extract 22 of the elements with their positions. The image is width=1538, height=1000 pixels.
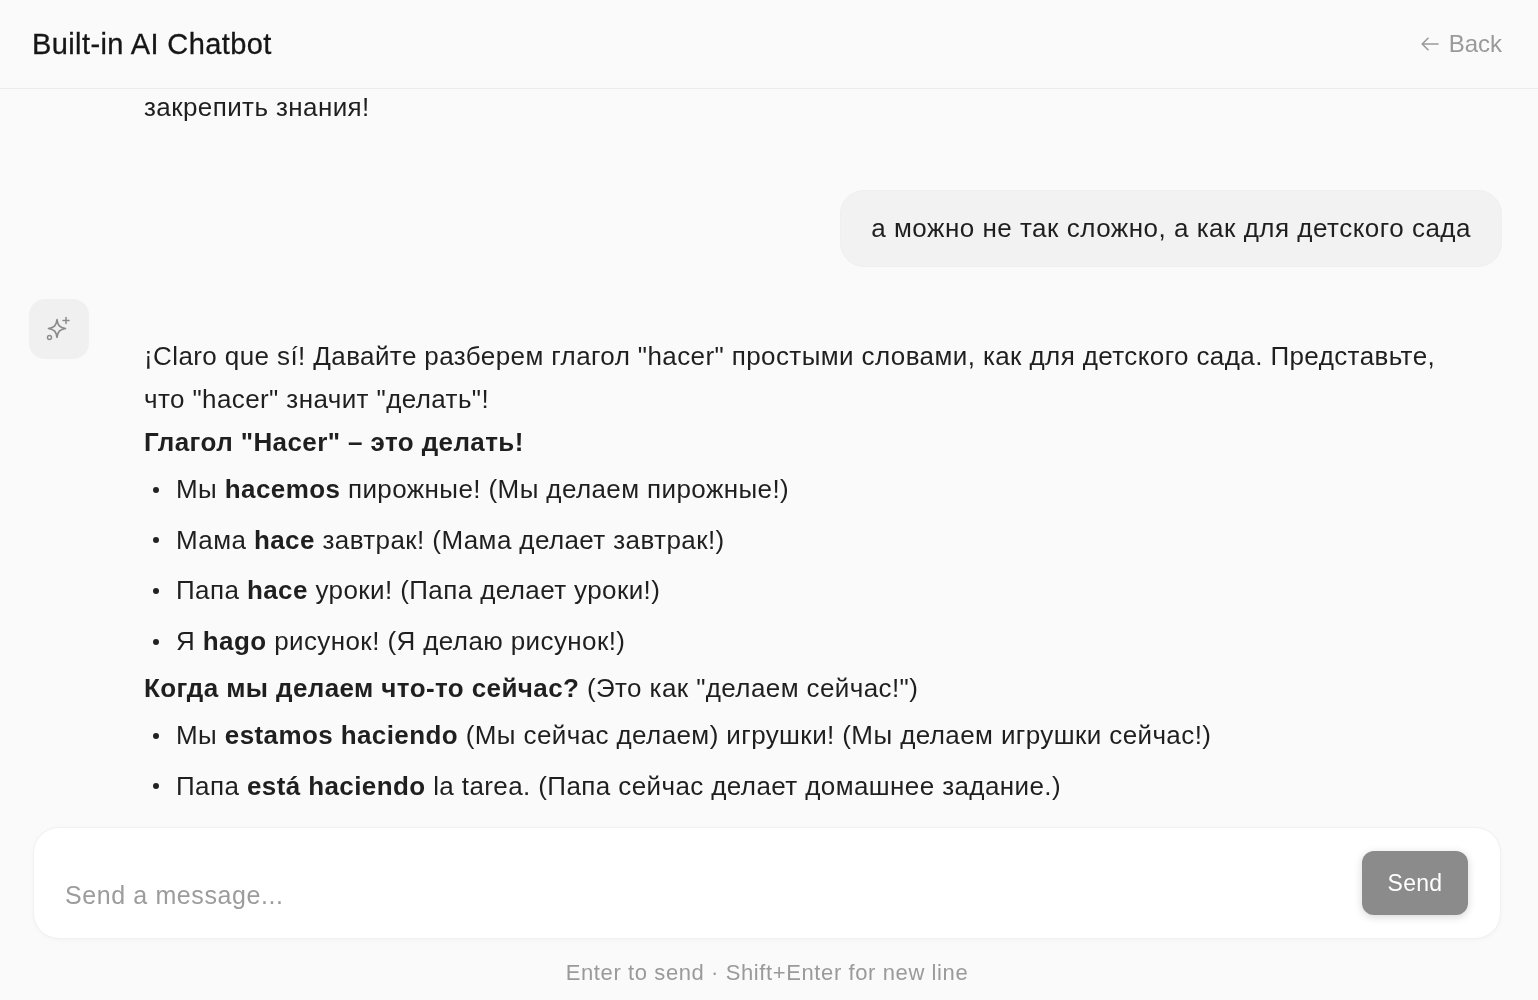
list-item-text: Мы estamos haciendo (Мы сейчас делаем) игрушки! (Мы делаем игрушки сейчас!) [176,719,1212,753]
message-input[interactable]: Send a message... [65,851,1342,915]
list-item-text: Мама hace завтрак! (Мама делает завтрак!) [176,523,725,557]
back-link[interactable]: Back [1420,30,1502,58]
bullet-icon [153,638,159,645]
user-message: а можно не так сложно, а как для детского сада [840,190,1502,267]
bullet-icon [153,587,159,594]
arrow-left-icon [1420,37,1439,51]
bullet-icon [153,732,159,739]
message-text: закрепить знания! [144,91,371,124]
list-item-text: Папа está haciendo la tarea. (Папа сейчас делает домашнее задание.) [176,769,1061,803]
page-title: Built-in AI Chatbot [32,27,272,61]
message-text: ¡Claro que sí! Давайте разберем глагол "hacer" простыми словами, как для детского сада. Представьте, что "hacer" значит "делать"! [144,340,1437,416]
message-text: Когда мы делаем что-то сейчас? (Это как "делаем сейчас!") [144,672,920,706]
list-item-text: Я hago рисунок! (Я делаю рисунок!) [176,625,626,659]
keyboard-hint: Enter to send · Shift+Enter for new line [564,961,970,985]
bullet-icon [153,486,159,493]
list-item-text: Папа hace уроки! (Папа делает уроки!) [176,574,661,608]
bullet-icon [153,783,159,790]
message-heading: Глагол "Hacer" – это делать! [144,426,525,459]
bullet-icon [153,537,159,544]
list-item-text: Мы hacemos пирожные! (Мы делаем пирожные!) [176,473,790,506]
